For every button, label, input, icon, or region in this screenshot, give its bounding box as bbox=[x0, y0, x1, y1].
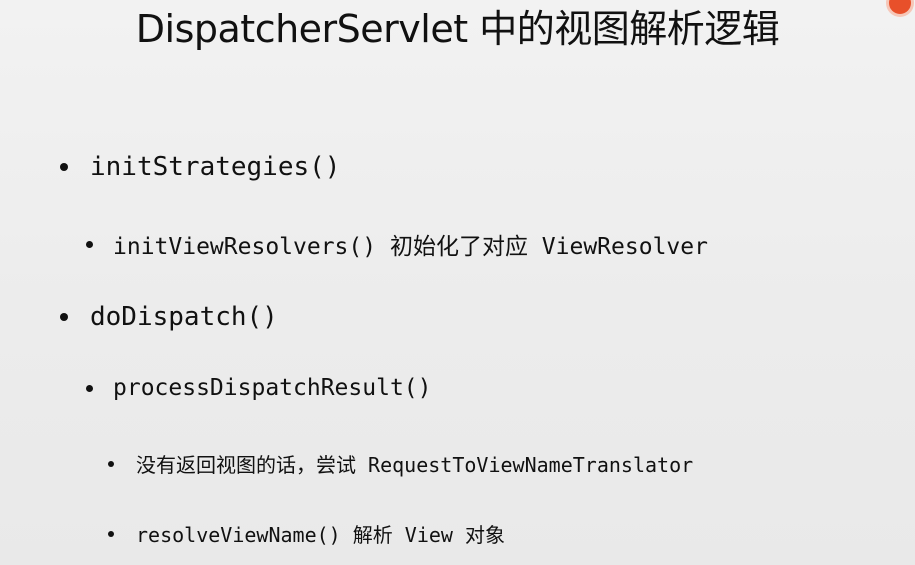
bullet-dot-icon bbox=[60, 163, 68, 171]
bullet-process-dispatch-result: processDispatchResult() bbox=[86, 375, 432, 401]
slide: DispatcherServlet 中的视图解析逻辑 initStrategie… bbox=[0, 0, 915, 565]
slide-title: DispatcherServlet 中的视图解析逻辑 bbox=[135, 7, 780, 51]
bullet-dot-icon bbox=[86, 384, 93, 392]
bullet-init-strategies: initStrategies() bbox=[60, 152, 340, 182]
bullet-dot-icon bbox=[108, 460, 114, 467]
bullet-init-view-resolvers: initViewResolvers() 初始化了对应 ViewResolver bbox=[86, 227, 708, 261]
bullet-do-dispatch: doDispatch() bbox=[60, 302, 278, 332]
bullet-text: resolveViewName() 解析 View 对象 bbox=[136, 523, 505, 547]
bullet-dot-icon bbox=[60, 313, 68, 321]
bullet-resolve-view-name: resolveViewName() 解析 View 对象 bbox=[108, 519, 505, 548]
bullet-text: initStrategies() bbox=[90, 152, 341, 182]
bullet-text: processDispatchResult() bbox=[113, 375, 432, 401]
bullet-request-to-view-name-translator: 没有返回视图的话，尝试 RequestToViewNameTranslator bbox=[108, 449, 693, 478]
bullet-dot-icon bbox=[86, 240, 93, 248]
bullet-text: 没有返回视图的话，尝试 RequestToViewNameTranslator bbox=[136, 453, 694, 477]
bullet-dot-icon bbox=[108, 530, 114, 537]
bullet-text: initViewResolvers() 初始化了对应 ViewResolver bbox=[113, 234, 708, 260]
bullet-text: doDispatch() bbox=[90, 302, 278, 332]
